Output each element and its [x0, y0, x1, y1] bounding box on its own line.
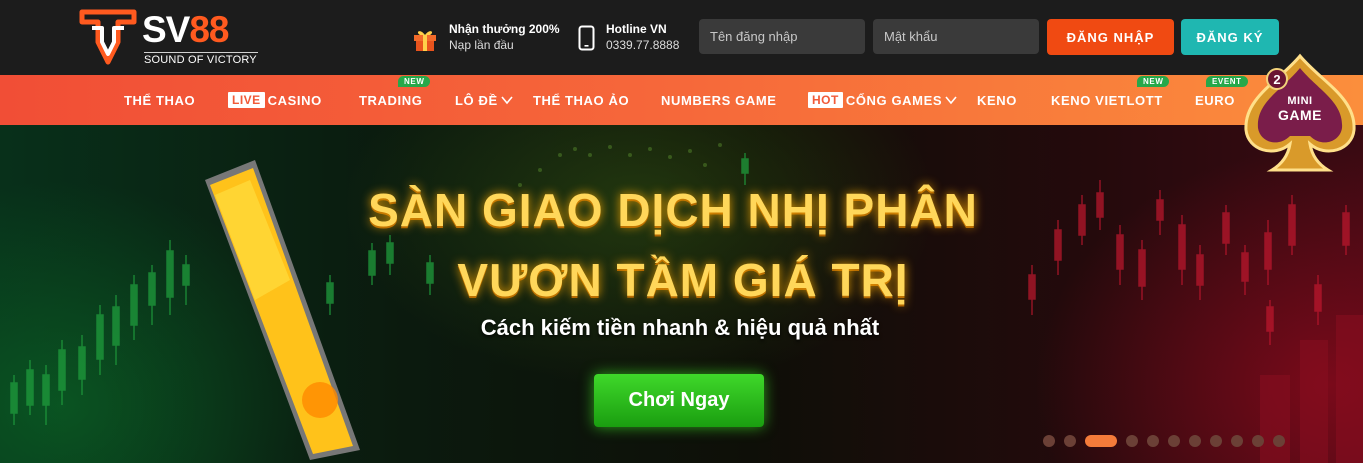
top-bar: SV88 SOUND OF VICTORY Nhận thưởng 200% N… — [0, 0, 1363, 75]
nav-item-label: THỂ THAO ẢO — [533, 92, 630, 108]
phone-icon — [578, 25, 595, 51]
carousel-dots — [1043, 435, 1285, 447]
chevron-down-icon — [501, 96, 513, 105]
nav-item-cong-games[interactable]: HOT CỔNG GAMES — [808, 75, 957, 125]
carousel-dot[interactable] — [1085, 435, 1117, 447]
chevron-down-icon — [945, 96, 957, 105]
carousel-dot[interactable] — [1189, 435, 1201, 447]
nav-item-label: NUMBERS GAME — [661, 92, 777, 108]
nav-item-numbers-game[interactable]: NUMBERS GAME — [661, 75, 777, 125]
minigame-count-badge: 2 — [1266, 68, 1288, 90]
minigame-label-mini: MINI — [1287, 95, 1313, 107]
logo-slogan: SOUND OF VICTORY — [144, 54, 257, 66]
login-button[interactable]: ĐĂNG NHẬP — [1047, 19, 1174, 55]
nav-item-the-thao-ao[interactable]: THỂ THAO ẢO — [533, 75, 629, 125]
nav-item-casino[interactable]: LIVE CASINO — [228, 75, 322, 125]
minigame-label-game: GAME — [1278, 107, 1322, 123]
nav-item-label: LÔ ĐỀ — [455, 92, 498, 108]
carousel-dot[interactable] — [1064, 435, 1076, 447]
hero-title-line2: VƯƠN TẦM GIÁ TRỊ — [457, 254, 909, 306]
hot-tag: HOT — [808, 92, 843, 108]
site-logo[interactable]: SV88 SOUND OF VICTORY — [78, 8, 263, 68]
username-input[interactable] — [699, 19, 865, 54]
hotline-number: 0339.77.8888 — [606, 38, 680, 52]
carousel-dot[interactable] — [1273, 435, 1285, 447]
promo-title: Nhận thưởng 200% — [449, 22, 560, 36]
nav-item-label: EURO — [1195, 92, 1235, 108]
hotline-title: Hotline VN — [606, 22, 667, 36]
carousel-dot[interactable] — [1043, 435, 1055, 447]
carousel-dot[interactable] — [1168, 435, 1180, 447]
carousel-dot[interactable] — [1210, 435, 1222, 447]
logo-mark-icon — [79, 9, 137, 65]
carousel-dot[interactable] — [1252, 435, 1264, 447]
register-button[interactable]: ĐĂNG KÝ — [1181, 19, 1279, 55]
main-nav: THỂ THAO LIVE CASINO TRADING NEW LÔ ĐỀ T… — [0, 75, 1363, 125]
new-badge: NEW — [398, 76, 431, 87]
nav-item-the-thao[interactable]: THỂ THAO — [124, 75, 195, 125]
nav-item-label: THỂ THAO — [124, 92, 196, 108]
nav-item-label: TRADING — [359, 92, 423, 108]
nav-item-label: CASINO — [267, 92, 322, 108]
nav-item-keno[interactable]: KENO — [977, 75, 1017, 125]
first-deposit-promo[interactable]: Nhận thưởng 200% Nạp lần đầu — [412, 20, 572, 54]
gift-icon — [414, 31, 436, 51]
carousel-dot[interactable] — [1147, 435, 1159, 447]
logo-text: SV88 — [142, 9, 230, 50]
hero-banner[interactable]: SÀN GIAO DỊCH NHỊ PHÂN VƯƠN TẦM GIÁ TRỊ … — [0, 125, 1363, 463]
logo-divider — [144, 52, 258, 53]
minigame-widget[interactable]: 2 MINI GAME — [1238, 52, 1362, 178]
play-now-button[interactable]: Chơi Ngay — [594, 374, 764, 427]
carousel-dot[interactable] — [1126, 435, 1138, 447]
hero-title-line1: SÀN GIAO DỊCH NHỊ PHÂN — [368, 184, 978, 236]
live-tag: LIVE — [228, 92, 265, 108]
password-input[interactable] — [873, 19, 1039, 54]
hotline[interactable]: Hotline VN 0339.77.8888 — [578, 20, 693, 54]
promo-subtitle: Nạp lần đầu — [449, 38, 514, 52]
nav-item-label: KENO — [977, 92, 1017, 108]
nav-item-label: KENO VIETLOTT — [1051, 92, 1163, 108]
new-badge: NEW — [1137, 76, 1170, 87]
hero-subtitle: Cách kiếm tiền nhanh & hiệu quả nhất — [480, 315, 880, 340]
carousel-dot[interactable] — [1231, 435, 1243, 447]
nav-item-label: CỔNG GAMES — [845, 92, 943, 108]
nav-item-lo-de[interactable]: LÔ ĐỀ — [455, 75, 513, 125]
